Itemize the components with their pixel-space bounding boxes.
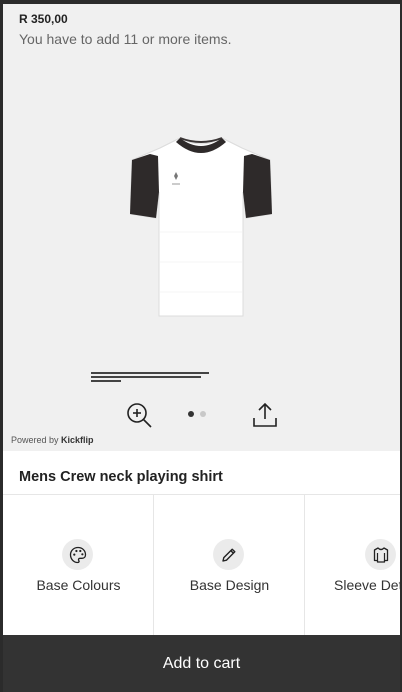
price: R 350,00 — [19, 12, 68, 26]
shirt-image — [130, 137, 272, 317]
option-label: Sleeve Det — [334, 577, 400, 593]
option-label: Base Design — [189, 577, 270, 593]
option-base-design[interactable]: Base Design — [154, 495, 305, 635]
powered-by-prefix: Powered by — [11, 435, 62, 445]
option-base-colours[interactable]: Base Colours — [3, 495, 154, 635]
image-pagination — [188, 411, 206, 417]
customization-options: Base Colours Base Design Sleeve Det — [3, 495, 400, 635]
product-preview: R 350,00 You have to add 11 or more item… — [3, 4, 400, 451]
share-icon — [253, 402, 277, 427]
pagination-dot-2[interactable] — [200, 411, 206, 417]
powered-by-brand: Kickflip — [61, 435, 94, 445]
add-to-cart-label: Add to cart — [162, 654, 241, 672]
add-to-cart-button[interactable]: Add to cart — [3, 635, 400, 692]
min-order-note: You have to add 11 or more items. — [19, 31, 232, 47]
customizer-app: R 350,00 You have to add 11 or more item… — [3, 4, 400, 692]
zoom-in-button[interactable] — [125, 401, 153, 429]
product-title: Mens Crew neck playing shirt — [19, 469, 223, 485]
shirt-icon — [365, 539, 396, 570]
option-sleeve-details[interactable]: Sleeve Det — [305, 495, 400, 635]
fine-print-graphic — [91, 372, 209, 382]
option-label: Base Colours — [36, 577, 121, 593]
share-button[interactable] — [251, 401, 279, 429]
zoom-in-icon — [127, 403, 152, 428]
powered-by-credit[interactable]: Powered by Kickflip — [11, 435, 94, 445]
palette-icon — [62, 539, 93, 570]
pagination-dot-1[interactable] — [188, 411, 194, 417]
pencil-icon — [213, 539, 244, 570]
product-title-bar: Mens Crew neck playing shirt — [3, 451, 400, 495]
